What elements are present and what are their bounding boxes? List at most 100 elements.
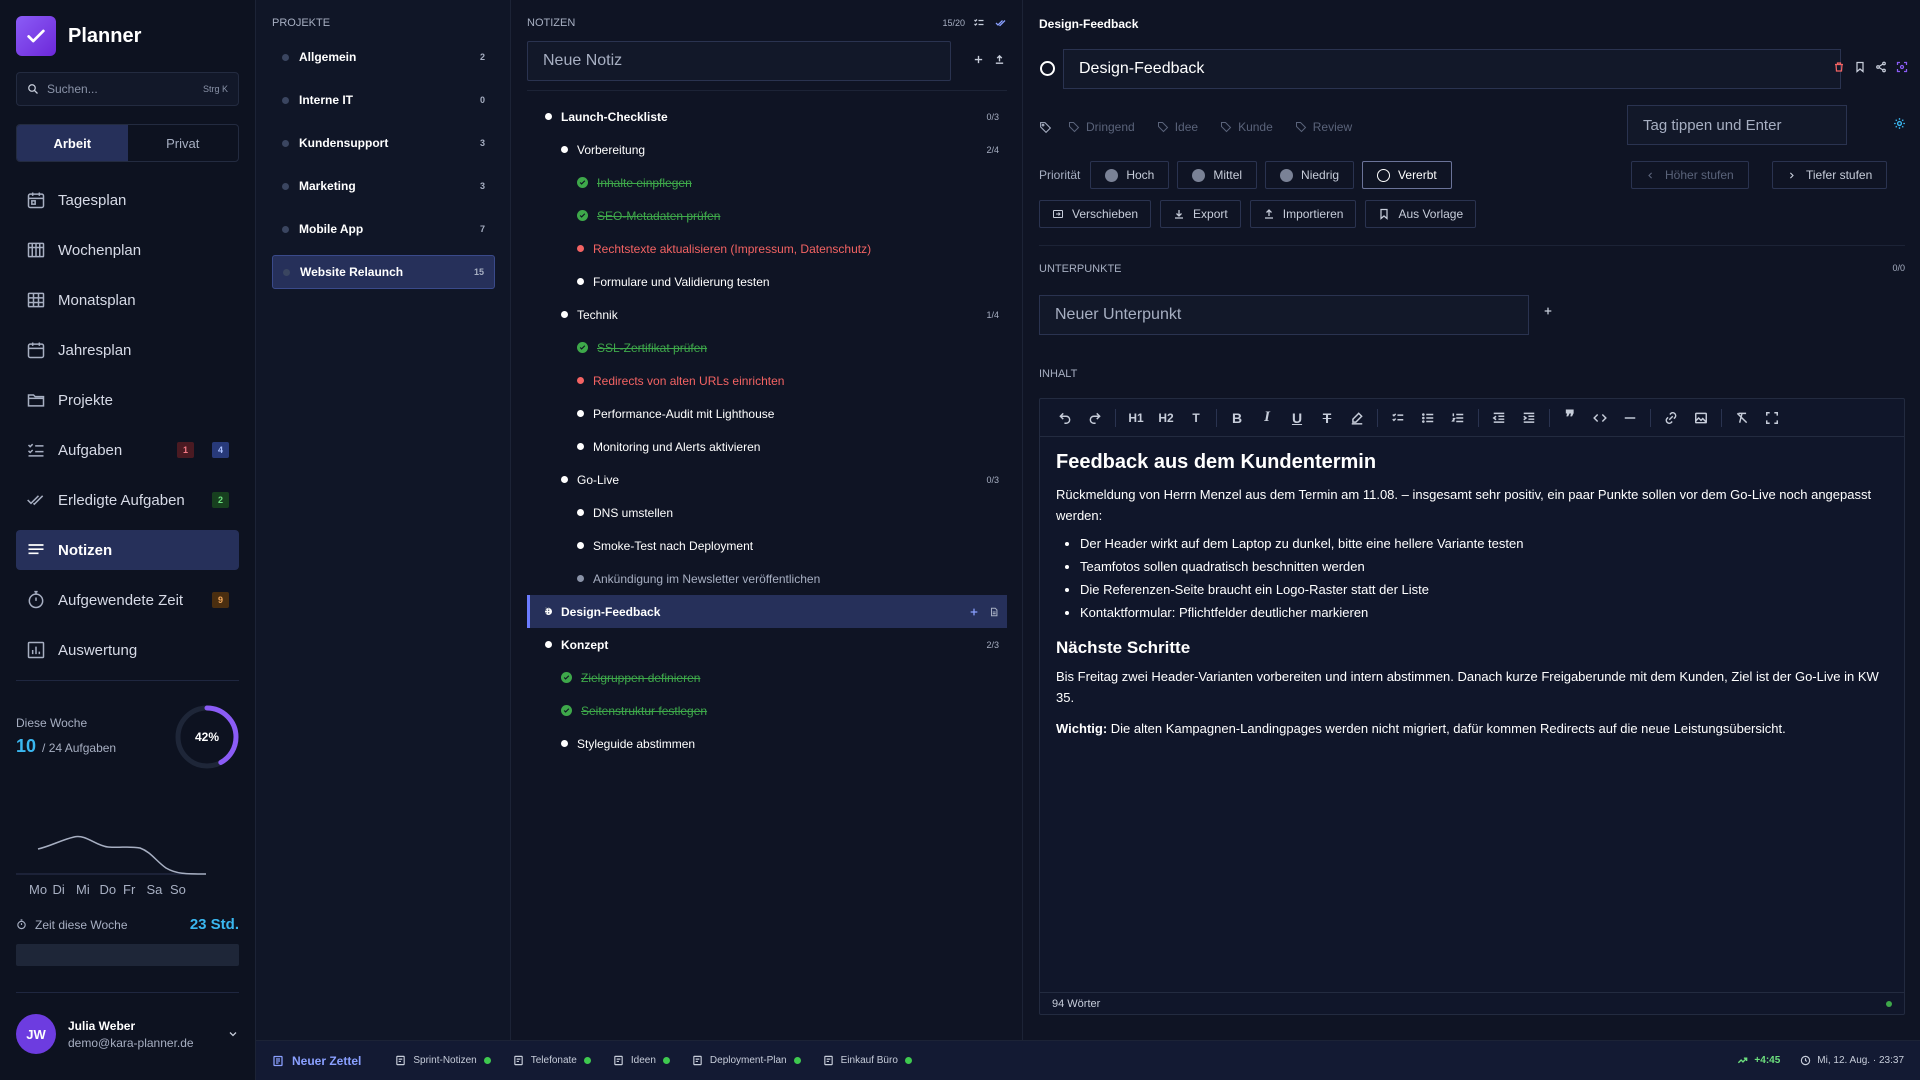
nav-item-monatsplan[interactable]: Monatsplan [16, 280, 239, 320]
share-icon[interactable] [1875, 61, 1887, 73]
rich-text-editor[interactable]: H1 H2 T B I U T ❞ Feedback aus dem Kunde… [1039, 398, 1905, 1015]
new-sheet-button[interactable]: Neuer Zettel [272, 1054, 361, 1068]
level-down-button[interactable]: Tiefer stufen [1772, 161, 1888, 189]
sheet-tab[interactable]: Deployment-Plan [692, 1055, 801, 1066]
move-button[interactable]: Verschieben [1039, 200, 1152, 228]
text-icon[interactable]: T [1181, 403, 1211, 433]
highlight-icon[interactable] [1342, 403, 1372, 433]
bookmark-icon[interactable] [1854, 61, 1866, 73]
checklist-icon[interactable] [973, 17, 985, 29]
strikethrough-icon[interactable]: T [1312, 403, 1342, 433]
tag-input[interactable]: Tag tippen und Enter [1627, 105, 1847, 145]
code-icon[interactable] [1585, 403, 1615, 433]
project-item[interactable]: Mobile App 7 [272, 212, 495, 246]
image-icon[interactable] [1686, 403, 1716, 433]
note-item[interactable]: Konzept 2/3 [527, 628, 1007, 661]
note-item[interactable]: Performance-Audit mit Lighthouse [527, 397, 1007, 430]
nav-item-tagesplan[interactable]: Tagesplan [16, 180, 239, 220]
nav-item-aufgaben[interactable]: Aufgaben 1 4 [16, 430, 239, 470]
note-item[interactable]: SSL-Zertifikat prüfen [527, 331, 1007, 364]
gear-icon[interactable] [1893, 117, 1906, 130]
note-item[interactable]: Seitenstruktur festlegen [527, 694, 1007, 727]
bold-icon[interactable]: B [1222, 403, 1252, 433]
outdent-icon[interactable] [1484, 403, 1514, 433]
note-item[interactable]: Vorbereitung 2/4 [527, 133, 1007, 166]
project-item[interactable]: Allgemein 2 [272, 40, 495, 74]
nav-item-aufgewendete-zeit[interactable]: Aufgewendete Zeit 9 [16, 580, 239, 620]
trash-icon[interactable] [1833, 61, 1845, 73]
template-button[interactable]: Aus Vorlage [1365, 200, 1477, 228]
horizontal-rule-icon[interactable] [1615, 403, 1645, 433]
priority-hoch-button[interactable]: Hoch [1090, 161, 1170, 189]
link-icon[interactable] [1656, 403, 1686, 433]
priority-vererbt-button[interactable]: Vererbt [1362, 161, 1452, 189]
export-button[interactable]: Export [1160, 200, 1241, 228]
project-item-active[interactable]: Website Relaunch 15 [272, 255, 495, 289]
import-button[interactable]: Importieren [1249, 200, 1357, 228]
bullet-list-icon[interactable] [1413, 403, 1443, 433]
underline-icon[interactable]: U [1282, 403, 1312, 433]
note-item-selected[interactable]: ⠿ Design-Feedback [527, 595, 1007, 628]
new-subitem-input[interactable]: Neuer Unterpunkt [1039, 295, 1529, 335]
fullscreen-icon[interactable] [1757, 403, 1787, 433]
nav-item-notizen[interactable]: Notizen [16, 530, 239, 570]
upload-icon[interactable] [994, 54, 1005, 65]
sheet-tab[interactable]: Einkauf Büro [823, 1055, 912, 1066]
heading1-icon[interactable]: H1 [1121, 403, 1151, 433]
note-item[interactable]: Formulare und Validierung testen [527, 265, 1007, 298]
chevron-down-icon[interactable] [227, 1028, 239, 1040]
note-item[interactable]: Go-Live 0/3 [527, 463, 1007, 496]
note-title-input[interactable]: Design-Feedback [1063, 49, 1841, 89]
numbered-list-icon[interactable] [1443, 403, 1473, 433]
undo-icon[interactable] [1050, 403, 1080, 433]
nav-item-auswertung[interactable]: Auswertung [16, 630, 239, 670]
workspace-tab-arbeit[interactable]: Arbeit [17, 125, 128, 161]
focus-icon[interactable] [1896, 61, 1908, 73]
plus-icon[interactable] [973, 54, 984, 65]
plus-icon[interactable] [1543, 306, 1553, 316]
indent-icon[interactable] [1514, 403, 1544, 433]
search-input[interactable]: Suchen... Strg K [16, 72, 239, 106]
note-item[interactable]: Launch-Checkliste 0/3 [527, 100, 1007, 133]
note-item[interactable]: DNS umstellen [527, 496, 1007, 529]
project-item[interactable]: Kundensupport 3 [272, 126, 495, 160]
checklist-icon[interactable] [1383, 403, 1413, 433]
user-profile[interactable]: JW Julia Weber demo@kara-planner.de [16, 1014, 239, 1054]
sheet-tab[interactable]: Sprint-Notizen [395, 1055, 491, 1066]
quote-icon[interactable]: ❞ [1555, 403, 1585, 433]
note-item[interactable]: Monitoring und Alerts aktivieren [527, 430, 1007, 463]
drag-handle-icon[interactable]: ⠿ [544, 606, 551, 617]
sheet-tab[interactable]: Telefonate [513, 1055, 591, 1066]
priority-mittel-button[interactable]: Mittel [1177, 161, 1258, 189]
double-check-icon[interactable] [995, 17, 1007, 29]
nav-item-erledigte-aufgaben[interactable]: Erledigte Aufgaben 2 [16, 480, 239, 520]
workspace-tab-privat[interactable]: Privat [128, 125, 239, 161]
plus-icon[interactable] [969, 607, 979, 617]
nav-item-projekte[interactable]: Projekte [16, 380, 239, 420]
nav-item-wochenplan[interactable]: Wochenplan [16, 230, 239, 270]
sheet-tab[interactable]: Ideen [613, 1055, 670, 1066]
clear-format-icon[interactable] [1727, 403, 1757, 433]
project-item[interactable]: Interne IT 0 [272, 83, 495, 117]
note-item[interactable]: Styleguide abstimmen [527, 727, 1007, 760]
note-item[interactable]: Smoke-Test nach Deployment [527, 529, 1007, 562]
note-item[interactable]: SEO-Metadaten prüfen [527, 199, 1007, 232]
note-item[interactable]: Technik 1/4 [527, 298, 1007, 331]
italic-icon[interactable]: I [1252, 403, 1282, 433]
heading2-icon[interactable]: H2 [1151, 403, 1181, 433]
redo-icon[interactable] [1080, 403, 1110, 433]
tag-dringend[interactable]: Dringend [1062, 115, 1141, 139]
note-item[interactable]: Inhalte einpflegen [527, 166, 1007, 199]
level-up-button[interactable]: Höher stufen [1631, 161, 1749, 189]
note-item[interactable]: Redirects von alten URLs einrichten [527, 364, 1007, 397]
note-item[interactable]: Ankündigung im Newsletter veröffentliche… [527, 562, 1007, 595]
tag-idee[interactable]: Idee [1151, 115, 1204, 139]
note-item[interactable]: Rechtstexte aktualisieren (Impressum, Da… [527, 232, 1007, 265]
nav-item-jahresplan[interactable]: Jahresplan [16, 330, 239, 370]
tag-review[interactable]: Review [1289, 115, 1358, 139]
editor-content[interactable]: Feedback aus dem Kundentermin Rückmeldun… [1040, 437, 1904, 759]
project-item[interactable]: Marketing 3 [272, 169, 495, 203]
new-note-input[interactable]: Neue Notiz [527, 41, 951, 81]
app-logo[interactable]: Planner [16, 16, 141, 56]
document-icon[interactable] [989, 607, 999, 617]
